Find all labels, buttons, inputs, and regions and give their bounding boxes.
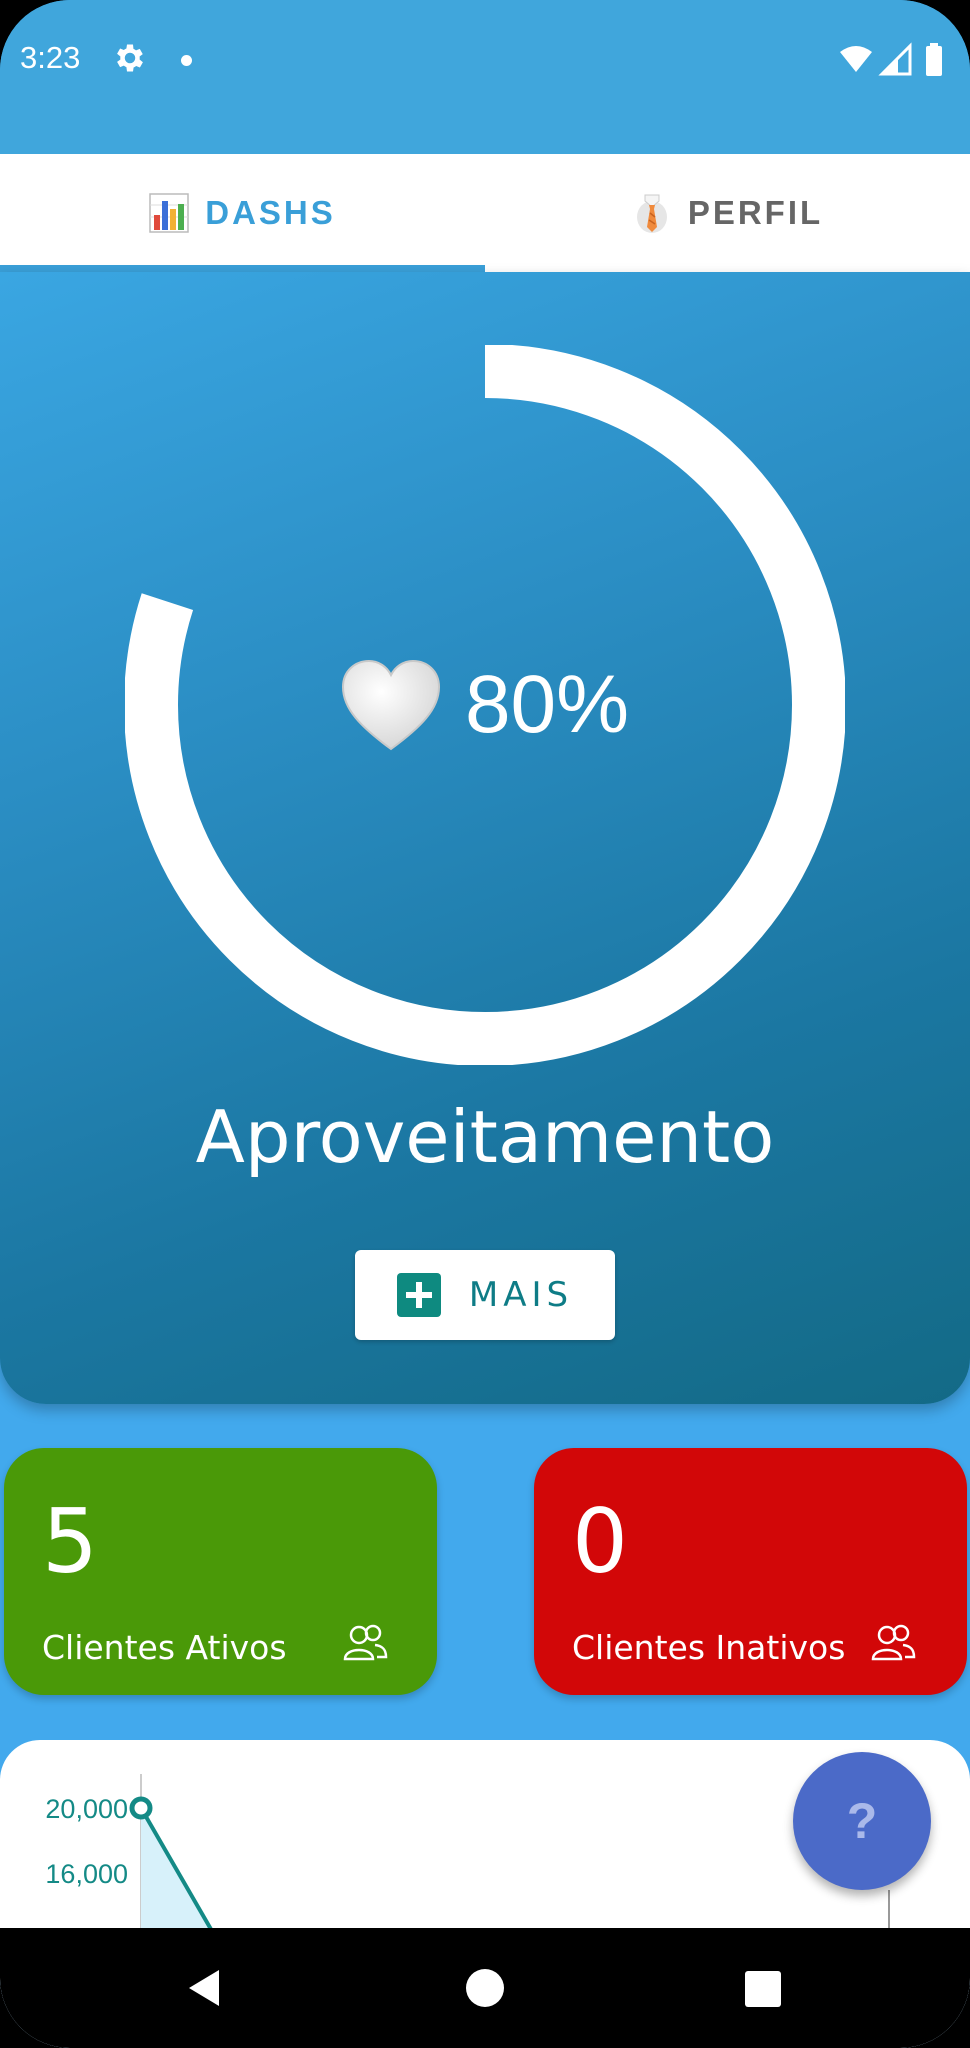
users-icon	[343, 1624, 388, 1661]
help-fab-button[interactable]: ?	[793, 1752, 931, 1890]
users-icon	[871, 1624, 916, 1661]
tab-bar: DASHS PERFIL	[0, 154, 970, 272]
inactive-clients-count: 0	[572, 1490, 628, 1593]
notification-dot-icon	[181, 55, 192, 66]
mais-button[interactable]: MAIS	[355, 1250, 615, 1340]
home-icon[interactable]	[466, 1969, 504, 2007]
status-time: 3:23	[20, 40, 81, 75]
active-clients-card[interactable]: 5 Clientes Ativos	[4, 1448, 437, 1695]
progress-percent: 80%	[464, 659, 630, 750]
tab-dashs[interactable]: DASHS	[0, 154, 485, 272]
person-tie-icon	[636, 194, 667, 233]
y-tick-label: 20,000	[45, 1794, 128, 1824]
data-point[interactable]	[129, 1796, 153, 1820]
wifi-signal-battery-icons	[840, 42, 942, 76]
status-bar: 3:23	[0, 0, 970, 154]
inactive-clients-card[interactable]: 0 Clientes Inativos	[534, 1448, 967, 1695]
mais-button-label: MAIS	[468, 1275, 574, 1315]
settings-gear-icon	[117, 44, 143, 72]
inactive-clients-label: Clientes Inativos	[572, 1628, 846, 1667]
card-title: Aproveitamento	[195, 1095, 775, 1179]
tab-dashs-label: DASHS	[205, 194, 336, 231]
bar-chart-icon	[149, 193, 189, 233]
plus-icon	[396, 1273, 441, 1317]
white-heart-icon	[341, 659, 440, 751]
app-screen: 3:23 DASHS PERFIL 80% Aproveitamento MAI…	[0, 0, 970, 2048]
battery-icon	[926, 46, 942, 76]
tab-perfil-label: PERFIL	[687, 194, 824, 231]
progress-center: 80%	[335, 650, 635, 760]
wifi-icon	[840, 46, 872, 72]
recent-apps-icon[interactable]	[745, 1971, 781, 2007]
back-icon[interactable]	[185, 1968, 225, 2008]
active-clients-label: Clientes Ativos	[42, 1628, 287, 1667]
active-clients-count: 5	[42, 1490, 98, 1593]
y-tick-label: 16,000	[45, 1859, 128, 1889]
tab-perfil[interactable]: PERFIL	[485, 154, 970, 272]
